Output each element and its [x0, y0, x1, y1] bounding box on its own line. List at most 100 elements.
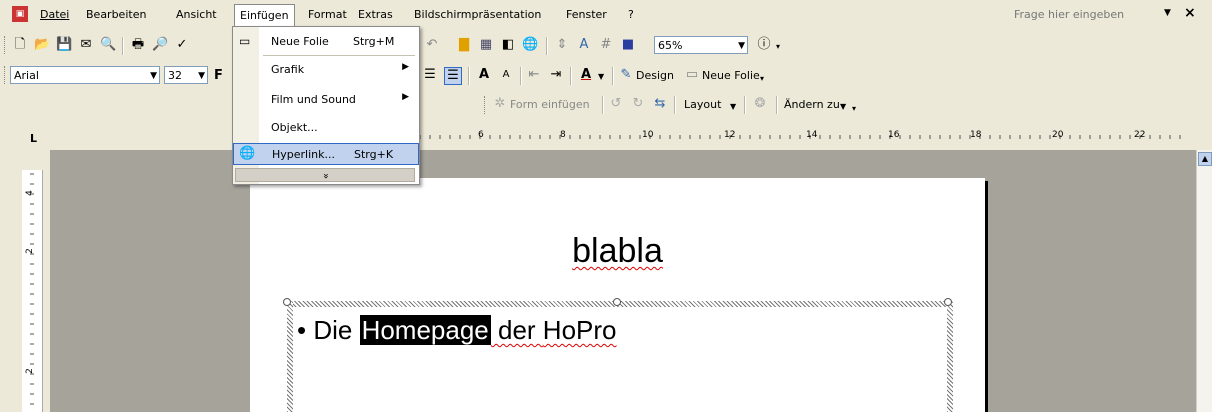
table-icon[interactable]: ▦ — [478, 37, 494, 53]
font-color-dropdown-icon[interactable]: ▼ — [598, 72, 604, 81]
new-slide-button[interactable]: Neue Folie — [702, 69, 760, 82]
toolbar-options-icon[interactable]: ▾ — [760, 74, 764, 83]
spelling-icon[interactable]: ✓ — [174, 37, 190, 53]
print-icon[interactable]: 🖶 — [130, 37, 146, 53]
standard-toolbar: 🗋 📂 💾 ✉ 🔍 🖶 🔎 ✓ ↶ ▇ ▦ ◧ 🌐 ⇕ A # ■ 65% ▼ ⓘ… — [0, 30, 1212, 60]
grid-icon[interactable]: # — [598, 37, 614, 53]
shape-rotate-right-icon[interactable]: ↻ — [630, 96, 646, 112]
new-slide-icon[interactable]: ▭ — [684, 67, 700, 83]
menu-extras[interactable]: Extras — [358, 8, 393, 21]
slide-title[interactable]: blabla — [250, 232, 985, 271]
help-icon[interactable]: ⓘ — [756, 37, 772, 53]
open-folder-icon[interactable]: 📂 — [34, 37, 50, 53]
increase-font-icon[interactable]: A — [476, 67, 492, 83]
increase-indent-icon[interactable]: ⇥ — [548, 67, 564, 83]
insert-shape-icon[interactable]: ✲ — [492, 96, 508, 112]
menu-help[interactable]: ? — [628, 8, 634, 21]
new-document-icon[interactable]: 🗋 — [12, 37, 28, 53]
menu-fenster[interactable]: Fenster — [566, 8, 607, 21]
menu-item-hyperlink[interactable]: 🌐 Hyperlink... Strg+K — [233, 143, 419, 165]
design-button[interactable]: Design — [636, 69, 674, 82]
text-format-icon[interactable]: A — [576, 37, 592, 53]
decrease-indent-icon[interactable]: ⇤ — [526, 67, 542, 83]
ruler-tick-label: 20 — [1052, 130, 1064, 140]
tables-borders-icon[interactable]: ◧ — [500, 37, 516, 53]
menu-item-grafik[interactable]: Grafik ▶ — [233, 59, 419, 81]
menu-bildschirmpraesentation[interactable]: Bildschirmpräsentation — [414, 8, 541, 21]
layout-button[interactable]: Layout — [684, 98, 721, 111]
menu-item-new-slide[interactable]: ▭ Neue Folie Strg+M — [233, 31, 419, 53]
change-to-button[interactable]: Ändern zu — [784, 98, 840, 111]
submenu-arrow-icon: ▶ — [402, 92, 409, 102]
save-icon[interactable]: 💾 — [56, 37, 72, 53]
print-preview-icon[interactable]: 🔎 — [152, 37, 168, 53]
bullets-icon[interactable]: ☰ — [444, 67, 462, 85]
menu-datei[interactable]: Datei — [40, 8, 69, 21]
shape-rotate-icon[interactable]: ↺ — [608, 96, 624, 112]
insert-hyperlink-icon[interactable]: 🌐 — [522, 37, 538, 53]
tab-selector[interactable]: L — [30, 132, 37, 145]
ruler-ticks — [419, 135, 1181, 139]
insert-shape-button[interactable]: Form einfügen — [510, 98, 590, 111]
ruler-tick-label: 6 — [478, 130, 484, 140]
app-icon[interactable]: ▣ — [12, 6, 28, 22]
layout-dropdown-icon[interactable]: ▼ — [730, 102, 736, 111]
design-icon[interactable]: ✎ — [618, 67, 634, 83]
format-toolbar: Arial ▼ 32 ▼ F ☰ ☰ A A ⇤ ⇥ A ▼ ✎ Design ▭ … — [0, 60, 1212, 90]
resize-handle[interactable] — [944, 298, 952, 306]
help-search-input[interactable]: Frage hier eingeben — [1014, 8, 1124, 21]
bullet-end: HoPro — [542, 315, 617, 345]
reverse-icon[interactable]: ⇆ — [652, 96, 668, 112]
undo-icon[interactable]: ↶ — [424, 37, 440, 53]
numbering-icon[interactable]: ☰ — [422, 67, 438, 83]
menu-ansicht[interactable]: Ansicht — [176, 8, 217, 21]
ruler-tick-label: 10 — [642, 130, 654, 140]
permission-icon[interactable]: ✉ — [78, 37, 94, 53]
toolbar-grip[interactable] — [4, 36, 8, 54]
menu-item-label: Neue Folie — [271, 35, 329, 48]
menu-bearbeiten[interactable]: Bearbeiten — [86, 8, 146, 21]
toolbar-options-icon[interactable]: ▾ — [852, 104, 856, 113]
resize-handle[interactable] — [283, 298, 291, 306]
menu-item-label: Objekt... — [271, 121, 318, 134]
chart-icon[interactable]: ▇ — [456, 37, 472, 53]
menu-item-label: Hyperlink... — [272, 148, 335, 161]
menu-item-objekt[interactable]: Objekt... — [233, 117, 419, 139]
help-dropdown-icon[interactable]: ▼ — [1164, 8, 1171, 18]
decrease-font-icon[interactable]: A — [498, 67, 514, 83]
ruler-tick-label: 14 — [806, 130, 818, 140]
slide-canvas[interactable]: blabla • Die Homepage der HoPro — [250, 178, 985, 412]
menu-item-shortcut: Strg+K — [354, 148, 394, 161]
close-button[interactable]: × — [1184, 5, 1196, 21]
autoformat-icon[interactable]: ❂ — [752, 96, 768, 112]
toolbar-grip[interactable] — [4, 66, 8, 84]
zoom-select[interactable]: 65% ▼ — [654, 36, 748, 54]
menu-item-film-sound[interactable]: Film und Sound ▶ — [233, 89, 419, 111]
research-icon[interactable]: 🔍 — [100, 37, 116, 53]
selection-border — [287, 301, 293, 412]
toolbar-options-icon[interactable]: ▾ — [776, 42, 780, 51]
bullet-text[interactable]: • Die Homepage der HoPro — [297, 315, 617, 346]
bold-button[interactable]: F — [214, 68, 223, 83]
ruler-tick-label: 18 — [970, 130, 982, 140]
expand-menu-button[interactable]: » — [235, 168, 415, 182]
bullet-mid: der — [490, 315, 543, 345]
menu-einfuegen[interactable]: Einfügen — [234, 4, 295, 26]
selected-text[interactable]: Homepage — [359, 315, 491, 345]
scroll-up-button[interactable]: ▲ — [1198, 152, 1212, 166]
content-placeholder[interactable]: • Die Homepage der HoPro — [283, 298, 953, 412]
ruler-tick-label: 4 — [24, 190, 35, 196]
ruler-v-ticks — [30, 173, 34, 405]
font-size-select[interactable]: 32 ▼ — [164, 66, 208, 84]
font-color-icon[interactable]: A — [578, 67, 594, 83]
resize-handle[interactable] — [613, 298, 621, 306]
change-to-dropdown-icon[interactable]: ▼ — [840, 102, 846, 111]
toolbar-grip[interactable] — [484, 96, 488, 114]
ruler-tick-label: 12 — [724, 130, 736, 140]
expand-icon[interactable]: ⇕ — [554, 37, 570, 53]
font-select[interactable]: Arial ▼ — [10, 66, 160, 84]
menu-format[interactable]: Format — [308, 8, 347, 21]
menu-separator — [263, 55, 415, 56]
vertical-scrollbar[interactable]: ▲ — [1196, 150, 1212, 412]
color-grayscale-icon[interactable]: ■ — [620, 37, 636, 53]
